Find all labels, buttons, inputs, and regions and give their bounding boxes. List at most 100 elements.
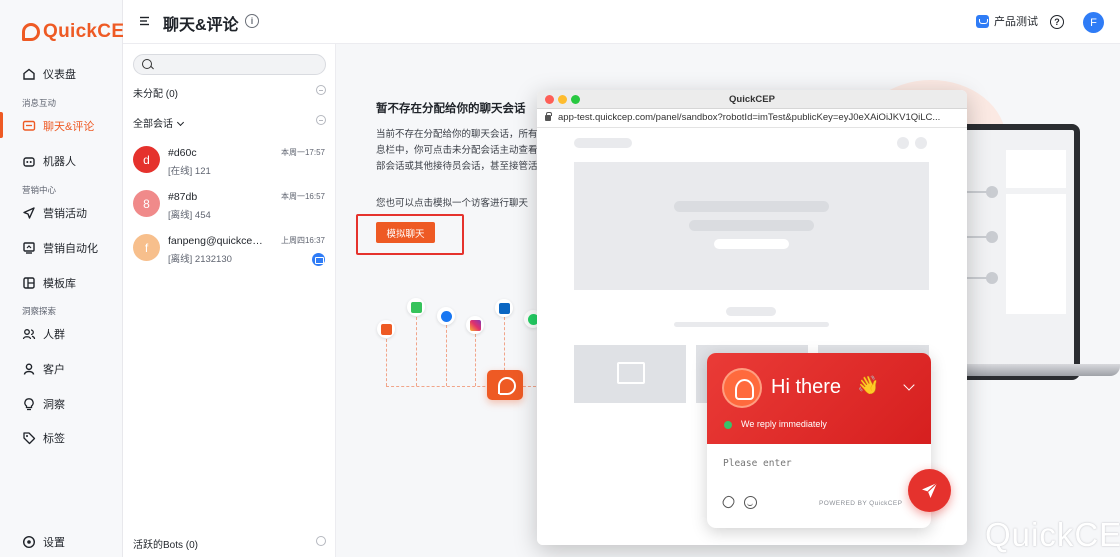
page-url: app-test.quickcep.com/panel/sandbox?robo…: [558, 112, 941, 123]
laptop-card: [1006, 194, 1066, 314]
conversation-item[interactable]: 8 #87db 本周一16:57 [离线] 454: [123, 189, 336, 233]
home-icon: [22, 67, 36, 81]
address-bar[interactable]: app-test.quickcep.com/panel/sandbox?robo…: [537, 109, 967, 128]
info-icon[interactable]: i: [245, 14, 259, 28]
template-icon: [22, 276, 36, 290]
send-icon: [22, 206, 36, 220]
dashed-connector: [475, 334, 476, 386]
sidebar-item-chat[interactable]: 聊天&评论: [0, 111, 123, 141]
sidebar-item-tags[interactable]: 标签: [0, 423, 123, 453]
sidebar-item-label: 标签: [43, 433, 65, 445]
avatar: d: [133, 146, 160, 173]
conversation-name: #87db: [168, 191, 198, 203]
search-box[interactable]: [133, 54, 326, 75]
window-title: QuickCEP: [729, 94, 775, 105]
sidebar-item-campaigns[interactable]: 营销活动: [0, 198, 123, 228]
window-titlebar[interactable]: QuickCEP: [537, 90, 967, 109]
skeleton-bar: [674, 201, 829, 212]
dashed-connector: [446, 325, 447, 386]
chat-icon: [22, 119, 36, 133]
sidebar-item-label: 设置: [43, 537, 65, 549]
collapse-icon[interactable]: [316, 115, 326, 125]
sidebar-item-label: 洞察: [43, 399, 65, 411]
attachment-icon[interactable]: [720, 493, 737, 511]
sidebar: QuickCEP 仪表盘 消息互动 聊天&评论 机器人 营销中心 营销活动 营销…: [0, 0, 137, 557]
powered-by-label: POWERED BY QuickCEP: [819, 500, 903, 507]
sidebar-item-label: 仪表盘: [43, 69, 76, 81]
widget-greeting: Hi there: [771, 376, 842, 398]
quickcep-bubble-icon: [487, 370, 523, 400]
collapse-icon[interactable]: [316, 536, 326, 546]
conversation-time: 本周一17:57: [280, 148, 325, 157]
sidebar-item-robot[interactable]: 机器人: [0, 146, 123, 176]
all-conversations-section[interactable]: 全部会话: [133, 115, 326, 130]
skeleton-bar: [726, 307, 776, 316]
user-avatar[interactable]: F: [1083, 12, 1104, 33]
dashed-connector: [386, 339, 387, 386]
send-icon: [922, 482, 938, 498]
menu-toggle-icon[interactable]: [138, 14, 152, 28]
conversation-item[interactable]: d #d60c 本周一17:57 [在线] 121: [123, 145, 336, 189]
quickcep-bot-icon: [722, 368, 762, 408]
wave-icon: 👋: [857, 375, 880, 395]
conversation-time: 本周一16:57: [280, 192, 325, 201]
quickcep-logo[interactable]: QuickCEP: [22, 20, 137, 44]
conversation-name: fanpeng@quickcep.c...: [168, 235, 268, 247]
sidebar-item-label: 机器人: [43, 156, 76, 168]
avatar: 8: [133, 190, 160, 217]
robot-icon: [22, 154, 36, 168]
image-placeholder-icon: [574, 345, 686, 403]
active-bots-section[interactable]: 活跃的Bots (0): [133, 536, 326, 551]
skeleton-bar: [714, 239, 789, 249]
chevron-down-icon[interactable]: [903, 379, 915, 391]
simulate-chat-button[interactable]: 模拟聊天: [376, 222, 435, 243]
line-icon: [407, 298, 425, 316]
people-icon: [22, 327, 36, 341]
search-input[interactable]: [158, 57, 318, 72]
logo-mark-icon: [22, 23, 40, 41]
unassigned-section[interactable]: 未分配 (0): [133, 85, 326, 100]
chat-widget: Hi there 👋 We reply immediately POWERED …: [707, 353, 931, 528]
nav-group-marketing: 营销中心: [22, 185, 57, 195]
skeleton-bar: [574, 138, 632, 148]
send-button[interactable]: [908, 469, 951, 512]
emoji-icon[interactable]: [744, 496, 757, 509]
sidebar-item-label: 模板库: [43, 278, 76, 290]
settings-icon: [22, 535, 36, 549]
conversation-panel: 未分配 (0) 全部会话 d #d60c 本周一17:57 [在线] 121 8…: [123, 44, 336, 557]
conversation-item[interactable]: f fanpeng@quickcep.c... 上周四16:37 [离线] 21…: [123, 233, 336, 277]
lock-icon: [545, 112, 552, 121]
linkedin-icon: [495, 299, 513, 317]
message-input[interactable]: [723, 455, 913, 471]
online-status-icon: [724, 421, 732, 429]
unassigned-label: 未分配 (0): [133, 89, 178, 100]
email-icon: [312, 253, 325, 266]
sidebar-item-audience[interactable]: 人群: [0, 319, 123, 349]
conversation-time: 上周四16:37: [280, 236, 325, 245]
chevron-down-icon[interactable]: [176, 118, 185, 127]
sidebar-item-customers[interactable]: 客户: [0, 354, 123, 384]
instagram-icon: [466, 316, 484, 334]
sidebar-item-dashboard[interactable]: 仪表盘: [0, 59, 123, 89]
sidebar-item-insights[interactable]: 洞察: [0, 389, 123, 419]
bulb-icon: [22, 397, 36, 411]
user-icon: [22, 362, 36, 376]
top-header: 聊天&评论 i 产品测试 ? F: [123, 0, 1120, 44]
empty-state-hint: 您也可以点击模拟一个访客进行聊天: [376, 198, 529, 209]
picture-icon: [617, 362, 645, 384]
sidebar-item-templates[interactable]: 模板库: [0, 268, 123, 298]
sidebar-item-settings[interactable]: 设置: [0, 527, 123, 557]
empty-state-title: 暂不存在分配给你的聊天会话: [376, 103, 526, 115]
sidebar-item-automation[interactable]: 营销自动化: [0, 233, 123, 263]
skeleton-dot: [915, 137, 927, 149]
active-bots-label: 活跃的Bots (0): [133, 540, 199, 551]
watermark: QuickCEP: [985, 516, 1120, 553]
automation-icon: [22, 241, 36, 255]
sidebar-item-label: 营销活动: [43, 208, 87, 220]
help-icon[interactable]: ?: [1050, 15, 1064, 29]
tag-icon: [22, 431, 36, 445]
widget-header: Hi there 👋 We reply immediately: [707, 353, 931, 444]
workspace-switcher[interactable]: 产品测试: [976, 13, 1038, 29]
page-title: 聊天&评论: [163, 17, 239, 34]
collapse-icon[interactable]: [316, 85, 326, 95]
